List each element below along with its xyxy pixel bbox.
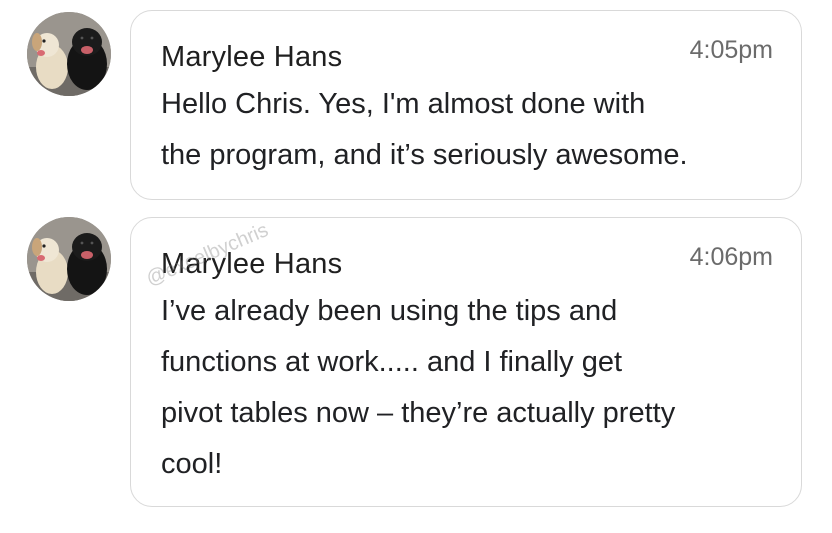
sender-name: Marylee Hans <box>161 248 343 280</box>
message-timestamp: 4:05pm <box>689 36 773 64</box>
message-bubble[interactable]: Marylee Hans 4:06pm I’ve already been us… <box>130 217 802 507</box>
sender-name: Marylee Hans <box>161 41 343 73</box>
message-timestamp: 4:06pm <box>689 243 773 271</box>
avatar[interactable] <box>27 217 111 301</box>
dogs-photo-avatar-icon <box>27 12 111 96</box>
avatar[interactable] <box>27 12 111 96</box>
message-text: I’ve already been using the tips and fun… <box>161 295 676 480</box>
message-bubble[interactable]: Marylee Hans 4:05pm Hello Chris. Yes, I'… <box>130 10 802 200</box>
message-text: Hello Chris. Yes, I'm almost done with t… <box>161 88 688 171</box>
dogs-photo-avatar-icon <box>27 217 111 301</box>
